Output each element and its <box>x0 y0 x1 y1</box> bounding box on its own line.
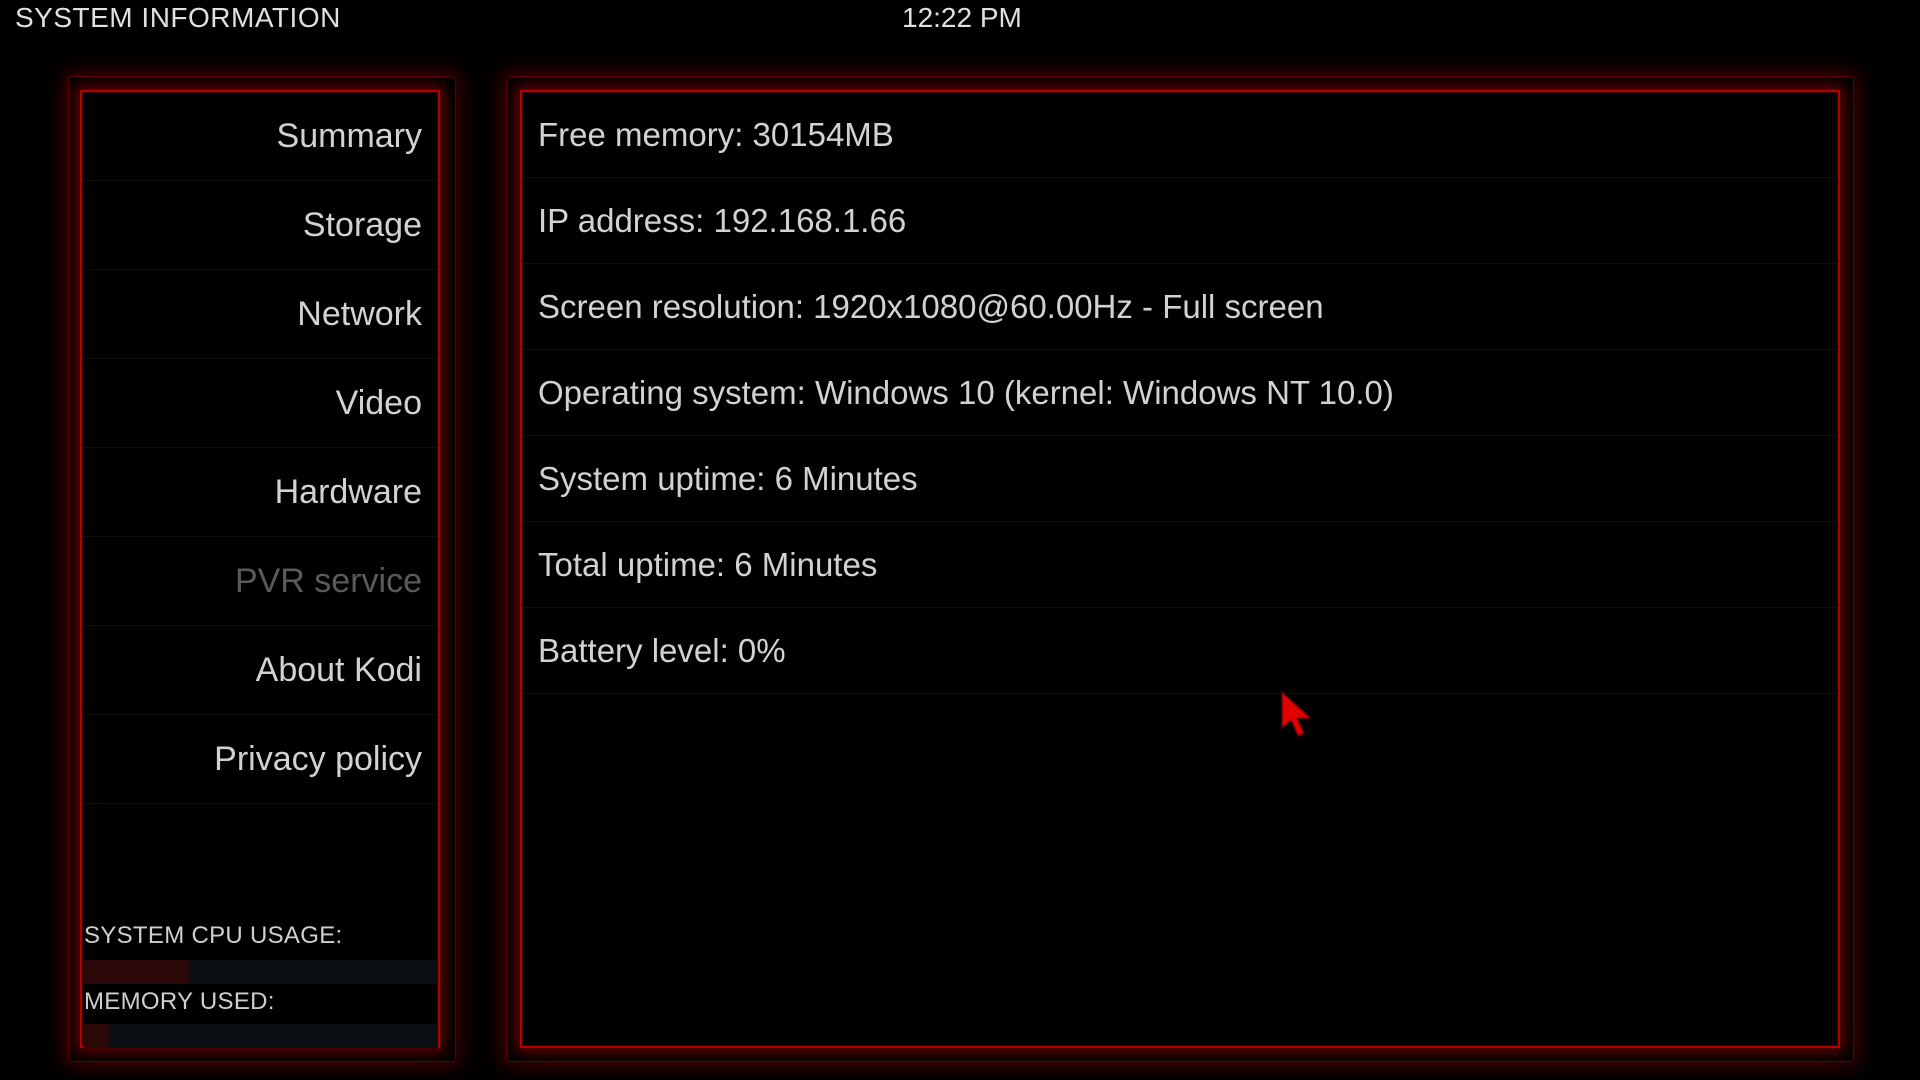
cpu-usage-bar <box>84 960 438 984</box>
menu-item-label: About Kodi <box>255 650 422 689</box>
sidebar: Summary Storage Network Video Hardware P… <box>80 90 440 1048</box>
memory-used-label: MEMORY USED: <box>84 988 275 1015</box>
menu-item-label: Hardware <box>274 472 422 511</box>
info-row-operating-system: Operating system: Windows 10 (kernel: Wi… <box>522 350 1838 436</box>
menu-item-video[interactable]: Video <box>82 359 438 448</box>
menu-item-privacy-policy[interactable]: Privacy policy <box>82 715 438 804</box>
memory-used-fill <box>84 1024 109 1048</box>
menu-item-label: PVR service <box>234 561 422 600</box>
cpu-usage-fill <box>84 960 191 984</box>
info-panel: Free memory: 30154MB IP address: 192.168… <box>520 90 1840 1048</box>
info-row-battery-level: Battery level: 0% <box>522 608 1838 694</box>
category-menu: Summary Storage Network Video Hardware P… <box>82 92 438 804</box>
cpu-usage-label: SYSTEM CPU USAGE: <box>84 922 343 949</box>
menu-item-label: Summary <box>276 116 422 155</box>
info-row-ip-address: IP address: 192.168.1.66 <box>522 178 1838 264</box>
menu-item-hardware[interactable]: Hardware <box>82 448 438 537</box>
memory-used-bar <box>84 1024 438 1048</box>
menu-item-storage[interactable]: Storage <box>82 181 438 270</box>
menu-item-label: Video <box>335 383 422 422</box>
info-row-system-uptime: System uptime: 6 Minutes <box>522 436 1838 522</box>
menu-item-network[interactable]: Network <box>82 270 438 359</box>
clock: 12:22 PM <box>902 2 1022 33</box>
menu-item-label: Storage <box>302 205 422 244</box>
system-information-screen: SYSTEM INFORMATION 12:22 PM Summary Stor… <box>0 0 1920 1080</box>
info-row-free-memory: Free memory: 30154MB <box>522 92 1838 178</box>
menu-item-about-kodi[interactable]: About Kodi <box>82 626 438 715</box>
info-row-screen-resolution: Screen resolution: 1920x1080@60.00Hz - F… <box>522 264 1838 350</box>
menu-item-label: Privacy policy <box>214 739 422 778</box>
page-title: SYSTEM INFORMATION <box>15 2 341 33</box>
info-row-total-uptime: Total uptime: 6 Minutes <box>522 522 1838 608</box>
menu-item-summary[interactable]: Summary <box>82 92 438 181</box>
menu-item-label: Network <box>297 294 422 333</box>
info-list: Free memory: 30154MB IP address: 192.168… <box>522 92 1838 694</box>
menu-item-pvr-service: PVR service <box>82 537 438 626</box>
mouse-pointer-icon <box>1281 690 1312 738</box>
